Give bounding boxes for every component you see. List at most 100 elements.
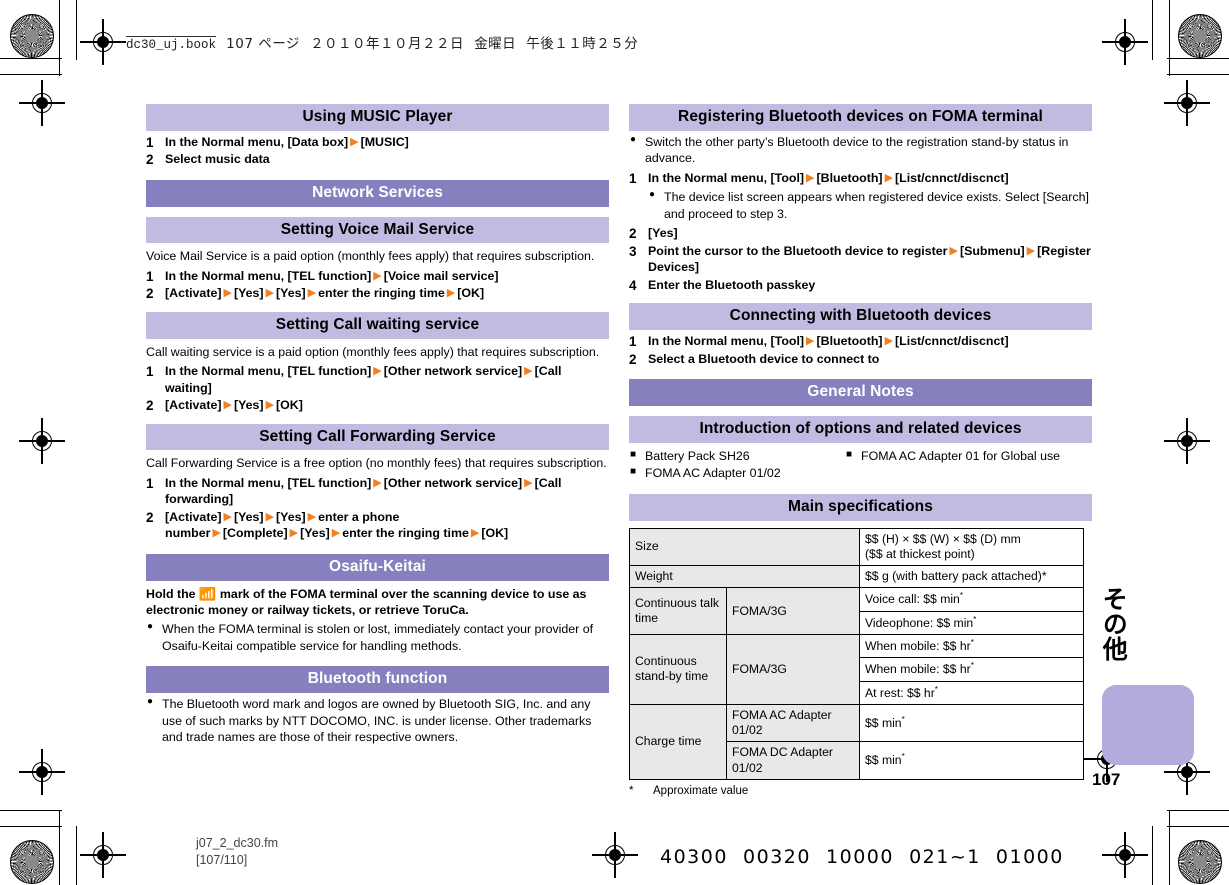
section-heading-connecting-with-bluetooth-devices: Connecting with Bluetooth devices bbox=[629, 303, 1092, 331]
felica-mark-icon: 📶 bbox=[198, 585, 217, 601]
page-number: 107 bbox=[1092, 770, 1121, 789]
crop-line-top-right-h bbox=[1167, 58, 1229, 60]
arrow-icon: ▶ bbox=[265, 510, 275, 523]
spec-value-size: $$ (H) × $$ (W) × $$ (D) mm ($$ at thick… bbox=[859, 527, 1084, 567]
step-text-0: In the Normal menu, [TEL function] bbox=[165, 475, 372, 490]
step-number: 1 bbox=[146, 268, 154, 284]
spec-label-talk-time: Continuous talk time bbox=[629, 587, 727, 635]
step-text-0: [Activate] bbox=[165, 509, 222, 524]
step-text-0: In the Normal menu, [Tool] bbox=[648, 170, 805, 185]
spec-sublabel-talk-time: FOMA/3G bbox=[726, 587, 860, 635]
steps-call-forwarding: 1 In the Normal menu, [TEL function] ▶ [Oth… bbox=[146, 475, 609, 542]
main-specifications-table: Size $$ (H) × $$ (W) × $$ (D) mm ($$ at … bbox=[629, 527, 1084, 780]
thumb-tab-block bbox=[1102, 685, 1194, 765]
step-text-0: In the Normal menu, [Tool] bbox=[648, 334, 805, 349]
arrow-icon: ▶ bbox=[806, 335, 815, 348]
arrow-icon: ▶ bbox=[446, 287, 456, 300]
step-item: 4 Enter the Bluetooth passkey bbox=[629, 277, 1092, 294]
list-item: Battery Pack SH26 bbox=[629, 448, 845, 465]
osaifu-lead-before: Hold the bbox=[146, 586, 196, 601]
section-heading-registering-bluetooth-devices: Registering Bluetooth devices on FOMA te… bbox=[629, 104, 1092, 131]
registration-mark-bottom-center bbox=[592, 832, 638, 878]
list-item: Switch the other party’s Bluetooth devic… bbox=[629, 133, 1092, 167]
crop-line-top-left-h2 bbox=[0, 74, 62, 76]
step-number: 1 bbox=[629, 170, 637, 186]
step-text-2: [OK] bbox=[276, 398, 303, 412]
step-number: 1 bbox=[629, 334, 637, 350]
step-text-0: [Activate] bbox=[165, 286, 222, 301]
step-number: 2 bbox=[146, 152, 154, 168]
spec-value-line: $$ (H) × $$ (W) × $$ (D) mm bbox=[865, 531, 1021, 546]
starburst-mark-top-right bbox=[1178, 14, 1222, 58]
note-call-waiting: Call waiting service is a paid option (m… bbox=[146, 344, 600, 359]
crop-line-top-left-h bbox=[0, 58, 62, 60]
arrow-icon: ▶ bbox=[1026, 244, 1036, 257]
vertical-chapter-tab: その他 bbox=[1099, 586, 1138, 661]
section-heading-network-services: Network Services bbox=[146, 179, 609, 207]
step-text-1: [Other network service] bbox=[383, 475, 523, 490]
manual-page: dc30_uj.book 107 ページ ２０１０年１０月２２日 金曜日 午後１… bbox=[0, 0, 1229, 885]
step-text-1: [Other network service] bbox=[383, 364, 523, 378]
arrow-icon: ▶ bbox=[223, 510, 232, 523]
registration-mark-left-top bbox=[19, 80, 65, 126]
osaifu-lead: Hold the 📶 mark of the FOMA terminal ove… bbox=[146, 586, 609, 619]
options-column-2: FOMA AC Adapter 01 for Global use bbox=[845, 447, 1092, 482]
step-item: 2 [Yes] bbox=[629, 225, 1092, 242]
step-text-0: In the Normal menu, [TEL function] bbox=[165, 268, 372, 283]
crop-line-top-right-v2 bbox=[1152, 0, 1154, 60]
step-item: 2 [Activate] ▶ [Yes] ▶ [Yes] ▶ enter the ringin… bbox=[146, 285, 609, 302]
step-item: 1 In the Normal menu, [Tool] ▶ [Bluetooth] ▶… bbox=[629, 170, 1092, 187]
arrow-icon: ▶ bbox=[350, 135, 359, 148]
crop-line-top-right-h2 bbox=[1167, 74, 1229, 76]
crop-line-bottom-right-v bbox=[1169, 810, 1171, 885]
crop-line-bottom-left-h bbox=[0, 810, 62, 812]
running-header-time: 午後１１時２５分 bbox=[526, 36, 639, 52]
arrow-icon: ▶ bbox=[373, 365, 382, 377]
arrow-icon: ▶ bbox=[289, 527, 299, 540]
footer-filename: j07_2_dc30.fm bbox=[196, 836, 279, 850]
arrow-icon: ▶ bbox=[524, 365, 533, 377]
arrow-icon: ▶ bbox=[373, 269, 382, 282]
spec-label-standby-time: Continuous stand-by time bbox=[629, 633, 727, 705]
step-text-5: [Yes] bbox=[300, 526, 330, 541]
step-number: 2 bbox=[146, 398, 154, 413]
list-item: FOMA AC Adapter 01 for Global use bbox=[845, 448, 1092, 465]
crop-line-bottom-right-h2 bbox=[1167, 826, 1229, 828]
note-call-forwarding: Call Forwarding Service is a free option… bbox=[146, 456, 607, 471]
spec-value-ac-adapter: $$ min* bbox=[859, 703, 1084, 743]
step-number: 2 bbox=[629, 351, 637, 367]
step-text-2: [List/cnnct/discnct] bbox=[895, 170, 1009, 185]
step-text-0: [Activate] bbox=[165, 398, 222, 412]
crop-line-top-left-v2 bbox=[76, 0, 78, 60]
spec-value-weight: $$ g (with battery pack attached)* bbox=[859, 565, 1084, 589]
starburst-mark-bottom-right bbox=[1178, 840, 1222, 884]
spec-value-line: ($$ at thickest point) bbox=[865, 546, 975, 561]
step-number: 1 bbox=[146, 364, 154, 379]
crop-line-bottom-right-h bbox=[1167, 810, 1229, 812]
arrow-icon: ▶ bbox=[212, 527, 221, 540]
step-number: 3 bbox=[629, 243, 637, 259]
section-heading-bluetooth-function: Bluetooth function bbox=[146, 666, 609, 694]
registration-mark-left-bottom bbox=[19, 749, 65, 795]
step-text-0: Select a Bluetooth device to connect to bbox=[648, 351, 880, 366]
running-header-page-label: 107 ページ bbox=[226, 36, 300, 52]
section-heading-general-notes: General Notes bbox=[629, 379, 1092, 406]
step-text-0: [Yes] bbox=[648, 226, 678, 241]
step-item: 1 In the Normal menu, [TEL function] ▶ [Voi… bbox=[146, 268, 609, 285]
spec-value-text: $$ g (with battery pack attached)* bbox=[865, 569, 1047, 584]
arrow-icon: ▶ bbox=[223, 287, 232, 300]
table-row: Continuous talk time FOMA/3G Voice call:… bbox=[629, 587, 1084, 635]
spec-value-standby-2: When mobile: $$ hr* bbox=[859, 657, 1084, 682]
left-column: Using MUSIC Player 1 In the Normal menu, … bbox=[146, 104, 609, 746]
registering-substep-bullets: The device list screen appears when regi… bbox=[648, 188, 1092, 222]
crop-line-bottom-left-v bbox=[59, 810, 61, 885]
step-text-0: In the Normal menu, [Data box] bbox=[165, 134, 349, 149]
options-column-1: Battery Pack SH26 FOMA AC Adapter 01/02 bbox=[629, 447, 845, 482]
footer-pagination: [107/110] bbox=[196, 852, 248, 867]
arrow-icon: ▶ bbox=[265, 399, 275, 411]
table-row: Weight $$ g (with battery pack attached)… bbox=[629, 565, 1084, 589]
section-heading-using-music-player: Using MUSIC Player bbox=[146, 104, 609, 131]
registration-mark-bottom-left bbox=[80, 832, 126, 878]
spec-value-videophone: Videophone: $$ min* bbox=[859, 610, 1084, 635]
section-heading-setting-voice-mail-service: Setting Voice Mail Service bbox=[146, 216, 609, 244]
